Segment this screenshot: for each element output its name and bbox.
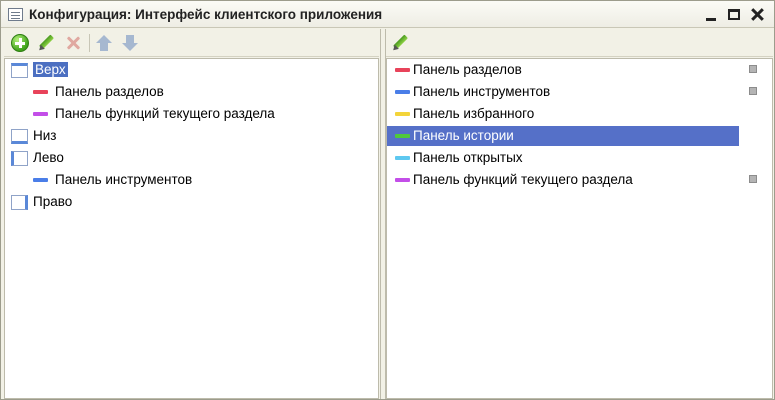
tree-item-panel[interactable]: Панель функций текущего раздела	[9, 104, 369, 124]
panel-color-icon	[395, 90, 410, 94]
edit-button[interactable]	[390, 33, 410, 53]
panel-color-icon	[33, 90, 48, 94]
minimize-button[interactable]	[701, 5, 721, 24]
tree-item-top[interactable]: Верх	[9, 60, 369, 80]
used-marker-icon	[749, 175, 757, 183]
move-up-button[interactable]	[94, 33, 114, 53]
title-bar: Конфигурация: Интерфейс клиентского прил…	[1, 1, 774, 28]
tree-item-label: Панель разделов	[55, 84, 164, 99]
window-title: Конфигурация: Интерфейс клиентского прил…	[29, 7, 383, 22]
list-item[interactable]: Панель инструментов	[387, 82, 772, 102]
left-pane: Верх Панель разделов Панель функций теку…	[4, 29, 379, 399]
panel-color-icon	[395, 112, 410, 116]
right-pane: Панель разделов Панель инструментов Пане…	[386, 29, 773, 399]
tree-item-left[interactable]: Лево	[9, 148, 369, 168]
left-toolbar	[4, 29, 379, 57]
layout-tree: Верх Панель разделов Панель функций теку…	[4, 58, 379, 399]
panel-color-icon	[395, 178, 410, 182]
move-down-button[interactable]	[120, 33, 140, 53]
edit-button[interactable]	[36, 33, 56, 53]
list-item-label: Панель открытых	[413, 150, 523, 165]
tree-item-label: Лево	[33, 150, 64, 165]
tree-item-label: Панель инструментов	[55, 172, 193, 187]
panel-right-position-icon	[11, 195, 28, 210]
available-panels-list: Панель разделов Панель инструментов Пане…	[386, 58, 773, 399]
tree-item-panel[interactable]: Панель разделов	[9, 82, 369, 102]
arrow-up-icon	[94, 33, 114, 53]
pencil-icon	[36, 33, 56, 53]
list-item-label: Панель избранного	[413, 106, 535, 121]
form-icon	[8, 8, 23, 21]
tree-item-right[interactable]: Право	[9, 192, 369, 212]
panel-color-icon	[395, 134, 410, 138]
list-item[interactable]: Панель открытых	[387, 148, 772, 168]
list-item-label: Панель функций текущего раздела	[413, 172, 633, 187]
panel-color-icon	[33, 178, 48, 182]
used-marker-icon	[749, 65, 757, 73]
right-toolbar	[386, 29, 773, 57]
list-item[interactable]: Панель избранного	[387, 104, 772, 124]
list-item-selected[interactable]: Панель истории	[387, 126, 739, 146]
list-item-label: Панель разделов	[413, 62, 522, 77]
used-marker-icon	[749, 87, 757, 95]
list-item-label: Панель инструментов	[413, 84, 551, 99]
panel-color-icon	[33, 112, 48, 116]
list-item[interactable]: Панель разделов	[387, 60, 772, 80]
delete-button[interactable]	[63, 33, 83, 53]
delete-icon	[63, 33, 83, 53]
maximize-button[interactable]	[724, 5, 744, 24]
pencil-icon	[390, 33, 410, 53]
tree-item-label: Верх	[33, 62, 68, 77]
tree-item-bottom[interactable]: Низ	[9, 126, 369, 146]
panel-color-icon	[395, 156, 410, 160]
tree-item-panel[interactable]: Панель инструментов	[9, 170, 369, 190]
arrow-down-icon	[120, 33, 140, 53]
list-item[interactable]: Панель функций текущего раздела	[387, 170, 772, 190]
configuration-window: Конфигурация: Интерфейс клиентского прил…	[0, 0, 775, 400]
tree-item-label: Право	[33, 194, 73, 209]
panel-bottom-position-icon	[11, 129, 28, 144]
add-icon	[11, 34, 29, 52]
panel-left-position-icon	[11, 151, 28, 166]
panel-color-icon	[395, 68, 410, 72]
tree-item-label: Низ	[33, 128, 57, 143]
tree-item-label: Панель функций текущего раздела	[55, 106, 275, 121]
toolbar-separator	[89, 34, 90, 52]
panel-top-position-icon	[11, 63, 28, 78]
close-button[interactable]	[747, 5, 767, 24]
add-button[interactable]	[10, 33, 30, 53]
list-item-label: Панель истории	[413, 128, 514, 143]
